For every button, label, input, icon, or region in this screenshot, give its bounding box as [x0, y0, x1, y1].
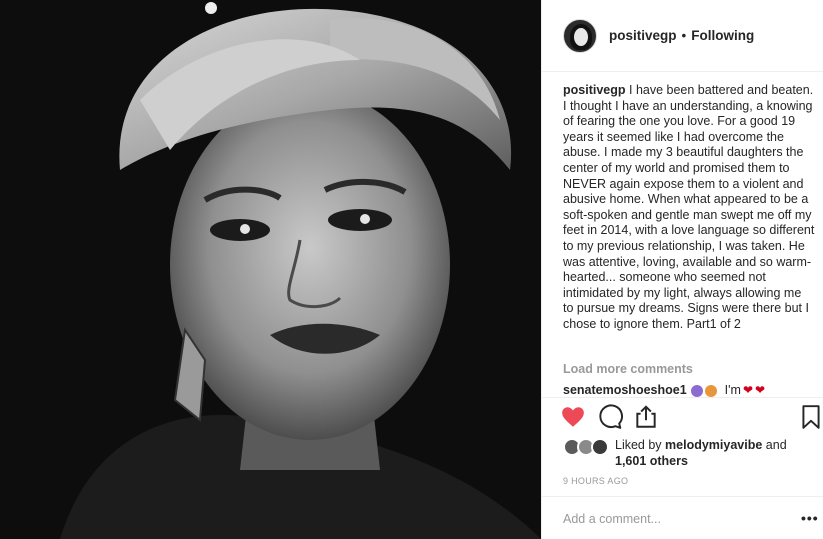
caption: positivegp I have been battered and beat… — [563, 83, 815, 333]
post-side-panel: positivegp • Following positivegp I have… — [541, 0, 823, 539]
header-text: positivegp • Following — [609, 28, 754, 43]
likes-text: Liked by melodymiyavibe and 1,601 others — [615, 437, 815, 469]
broken-heart-icon: ❤ — [755, 383, 766, 397]
username-link[interactable]: positivegp — [609, 28, 677, 43]
liker-avatars — [563, 438, 611, 456]
comment-item: senatemoshoeshoe1 I'm ❤ ❤ — [563, 383, 813, 397]
more-options-icon[interactable]: ••• — [801, 510, 819, 526]
likes-summary: Liked by melodymiyavibe and 1,601 others — [563, 437, 813, 469]
comment-icon[interactable] — [597, 404, 623, 430]
separator-dot: • — [681, 28, 687, 43]
bookmark-icon[interactable] — [798, 404, 823, 430]
caption-text: I have been battered and beaten. I thoug… — [563, 83, 815, 331]
comment-username[interactable]: senatemoshoeshoe1 — [563, 383, 687, 397]
emoji-icon — [704, 385, 717, 397]
add-comment-bar: Add a comment... ••• — [542, 496, 823, 539]
caption-username[interactable]: positivegp — [563, 83, 626, 97]
following-button[interactable]: Following — [691, 28, 754, 43]
action-bar — [542, 397, 823, 437]
avatar[interactable] — [563, 18, 597, 53]
broken-heart-icon: ❤ — [742, 383, 754, 397]
liker-username-link[interactable]: melodymiyavibe — [665, 438, 762, 452]
others-likes-link[interactable]: 1,601 others — [615, 454, 688, 468]
likes-prefix: Liked by — [615, 438, 662, 452]
post-header: positivegp • Following — [542, 0, 823, 72]
likes-and: and — [765, 438, 787, 452]
add-comment-input[interactable]: Add a comment... — [563, 512, 661, 526]
load-more-comments-button[interactable]: Load more comments — [563, 362, 693, 376]
comment-text: I'm — [724, 383, 741, 397]
post-photo[interactable] — [0, 0, 541, 539]
heart-icon[interactable] — [560, 404, 586, 430]
post-timestamp[interactable]: 9 HOURS AGO — [563, 476, 628, 486]
share-icon[interactable] — [633, 404, 659, 430]
portrait-image — [0, 0, 541, 539]
emoji-icon — [690, 385, 703, 397]
avatar[interactable] — [591, 438, 609, 456]
